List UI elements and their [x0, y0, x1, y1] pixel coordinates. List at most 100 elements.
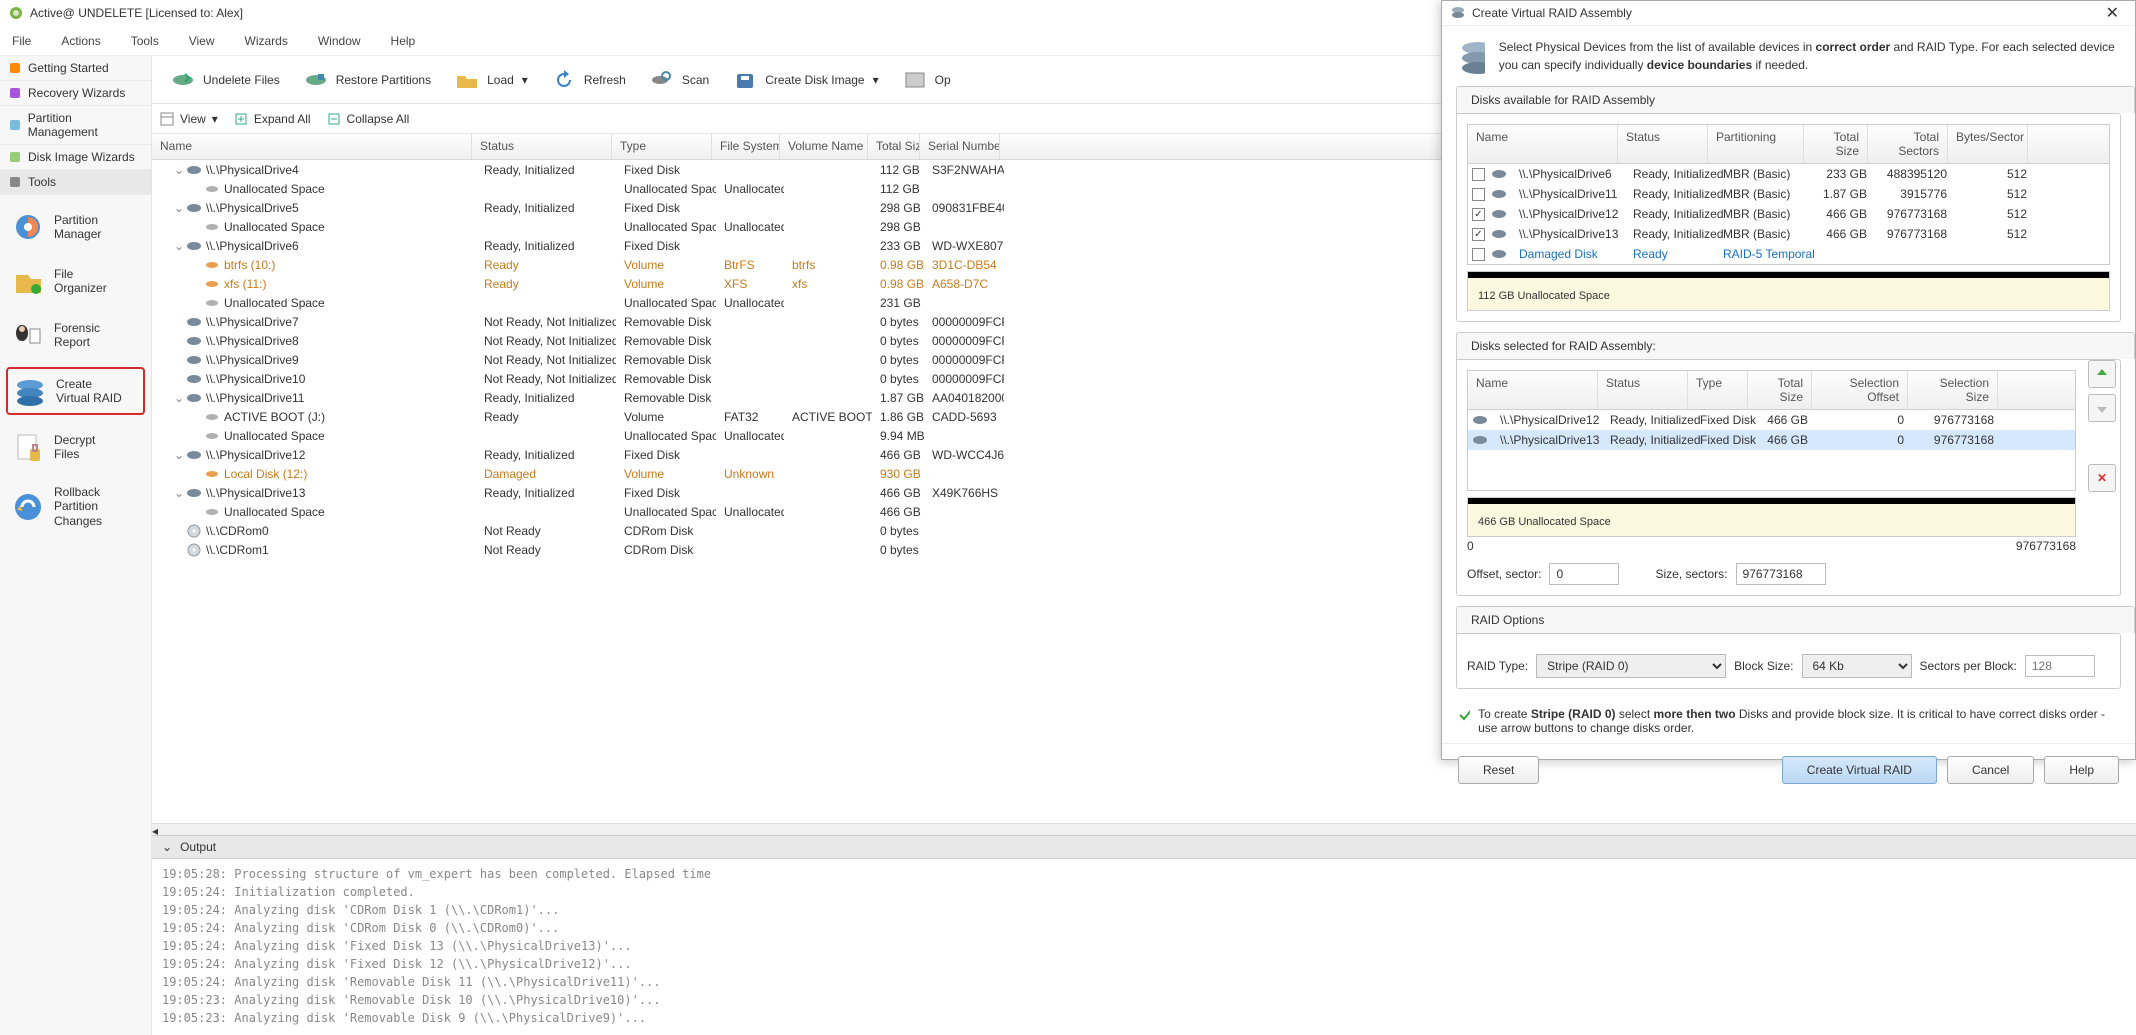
selected-disks-grid[interactable]: NameStatusTypeTotal SizeSelection Offset…: [1467, 370, 2076, 491]
checkbox[interactable]: ✓: [1472, 228, 1485, 241]
refresh-button[interactable]: Refresh: [541, 63, 637, 97]
column-header[interactable]: Selection Offset: [1812, 371, 1908, 409]
column-header[interactable]: Total Size: [868, 134, 920, 159]
nav-partition-management[interactable]: Partition Management: [0, 106, 151, 145]
partition-icon: [8, 118, 22, 132]
remove-button[interactable]: ✕: [2088, 464, 2116, 492]
column-header[interactable]: Name: [1468, 371, 1598, 409]
column-header[interactable]: Total Size: [1804, 125, 1868, 163]
nav-disk-image-wizards[interactable]: Disk Image Wizards: [0, 145, 151, 170]
move-down-button[interactable]: [2088, 394, 2116, 422]
column-header[interactable]: Status: [1618, 125, 1708, 163]
expand-toggle-icon[interactable]: ⌄: [174, 448, 186, 462]
disk-icon: [186, 390, 202, 406]
block-size-select[interactable]: 64 Kb: [1802, 654, 1912, 678]
raid-type-select[interactable]: Stripe (RAID 0): [1536, 654, 1726, 678]
column-header[interactable]: File System: [712, 134, 780, 159]
sectors-per-block-input[interactable]: [2025, 655, 2095, 677]
checkbox[interactable]: ✓: [1472, 208, 1485, 221]
undelete-files-button[interactable]: Undelete Files: [160, 63, 291, 97]
column-header[interactable]: Partitioning: [1708, 125, 1804, 163]
scan-button[interactable]: Scan: [639, 63, 720, 97]
menu-wizards[interactable]: Wizards: [245, 34, 288, 48]
selected-disk-row[interactable]: \\.\PhysicalDrive13Ready, InitializedFix…: [1468, 430, 2075, 450]
checkbox[interactable]: [1472, 168, 1485, 181]
cancel-button[interactable]: Cancel: [1947, 756, 2034, 784]
available-disk-row[interactable]: \\.\PhysicalDrive11Ready, InitializedMBR…: [1468, 184, 2109, 204]
nav-tools[interactable]: Tools: [0, 170, 151, 195]
output-log[interactable]: 19:05:28: Processing structure of vm_exp…: [152, 859, 2136, 1035]
column-header[interactable]: Name: [1468, 125, 1618, 163]
column-header[interactable]: Name: [152, 134, 472, 159]
column-header[interactable]: Bytes/Sector: [1948, 125, 2028, 163]
collapse-all-button[interactable]: Collapse All: [327, 112, 410, 126]
menu-tools[interactable]: Tools: [131, 34, 159, 48]
cd-icon: [186, 542, 202, 558]
selected-disk-row[interactable]: \\.\PhysicalDrive12Ready, InitializedFix…: [1468, 410, 2075, 430]
menu-actions[interactable]: Actions: [61, 34, 100, 48]
view-button[interactable]: View▾: [160, 112, 218, 126]
log-line: 19:05:24: Initialization completed.: [162, 883, 2126, 901]
checkbox[interactable]: [1472, 188, 1485, 201]
available-disk-row[interactable]: ✓\\.\PhysicalDrive12Ready, InitializedMB…: [1468, 204, 2109, 224]
tool-create-virtual-raid[interactable]: CreateVirtual RAID: [6, 367, 145, 415]
expand-toggle-icon[interactable]: ⌄: [174, 201, 186, 215]
disk-icon: [186, 333, 202, 349]
help-button[interactable]: Help: [2044, 756, 2119, 784]
tab-available-disks[interactable]: Disks available for RAID Assembly: [1456, 86, 2135, 113]
disk-icon: [186, 238, 202, 254]
menu-help[interactable]: Help: [391, 34, 416, 48]
move-up-button[interactable]: [2088, 360, 2116, 388]
wand-icon: [8, 86, 22, 100]
expand-toggle-icon[interactable]: ⌄: [174, 163, 186, 177]
expand-toggle-icon[interactable]: ⌄: [174, 239, 186, 253]
chevron-down-icon[interactable]: ⌄: [162, 840, 172, 854]
offset-input[interactable]: [1549, 563, 1619, 585]
column-header[interactable]: Total Size: [1748, 371, 1812, 409]
tool-forensic-report[interactable]: ForensicReport: [6, 313, 145, 357]
horizontal-scrollbar[interactable]: ◂: [152, 823, 2136, 835]
reset-button[interactable]: Reset: [1458, 756, 1539, 784]
close-icon[interactable]: ✕: [2098, 1, 2127, 25]
dropdown-icon: ▾: [522, 73, 528, 87]
menu-file[interactable]: File: [12, 34, 31, 48]
tool-file-organizer[interactable]: FileOrganizer: [6, 259, 145, 303]
create-disk-image-button[interactable]: Create Disk Image▾: [722, 63, 889, 97]
available-disk-row[interactable]: Damaged DiskReadyRAID-5 Temporal: [1468, 244, 2109, 264]
column-header[interactable]: Total Sectors: [1868, 125, 1948, 163]
menu-view[interactable]: View: [189, 34, 215, 48]
tool-rollback-partition-changes[interactable]: RollbackPartition Changes: [6, 479, 145, 534]
expand-toggle-icon[interactable]: ⌄: [174, 391, 186, 405]
create-virtual-raid-button[interactable]: Create Virtual RAID: [1782, 756, 1937, 784]
available-disk-row[interactable]: ✓\\.\PhysicalDrive13Ready, InitializedMB…: [1468, 224, 2109, 244]
disk-icon: [186, 314, 202, 330]
ovol-icon: [204, 276, 220, 292]
nav-getting-started[interactable]: Getting Started: [0, 56, 151, 81]
column-header[interactable]: Status: [1598, 371, 1688, 409]
tool-partition-manager[interactable]: PartitionManager: [6, 205, 145, 249]
sectors-per-block-label: Sectors per Block:: [1920, 659, 2017, 673]
tool-icon: [12, 319, 44, 351]
column-header[interactable]: Type: [612, 134, 712, 159]
tab-raid-options[interactable]: RAID Options: [1456, 606, 2135, 633]
tool-decrypt-files[interactable]: DecryptFiles: [6, 425, 145, 469]
load-button[interactable]: Load▾: [444, 63, 539, 97]
column-header[interactable]: Serial Number: [920, 134, 1000, 159]
column-header[interactable]: Selection Size: [1908, 371, 1998, 409]
expand-toggle-icon[interactable]: ⌄: [174, 486, 186, 500]
column-header[interactable]: Status: [472, 134, 612, 159]
tab-selected-disks[interactable]: Disks selected for RAID Assembly:: [1456, 332, 2135, 359]
available-disk-row[interactable]: \\.\PhysicalDrive6Ready, InitializedMBR …: [1468, 164, 2109, 184]
menu-window[interactable]: Window: [318, 34, 361, 48]
column-header[interactable]: Volume Name: [780, 134, 868, 159]
size-input[interactable]: [1736, 563, 1826, 585]
raid-type-label: RAID Type:: [1467, 659, 1528, 673]
app-icon: [8, 5, 24, 21]
checkbox[interactable]: [1472, 248, 1485, 261]
column-header[interactable]: Type: [1688, 371, 1748, 409]
available-disks-grid[interactable]: NameStatusPartitioningTotal SizeTotal Se…: [1467, 124, 2110, 265]
open-button[interactable]: Op: [892, 63, 962, 97]
expand-all-button[interactable]: Expand All: [234, 112, 311, 126]
nav-recovery-wizards[interactable]: Recovery Wizards: [0, 81, 151, 106]
restore-partitions-button[interactable]: Restore Partitions: [293, 63, 442, 97]
